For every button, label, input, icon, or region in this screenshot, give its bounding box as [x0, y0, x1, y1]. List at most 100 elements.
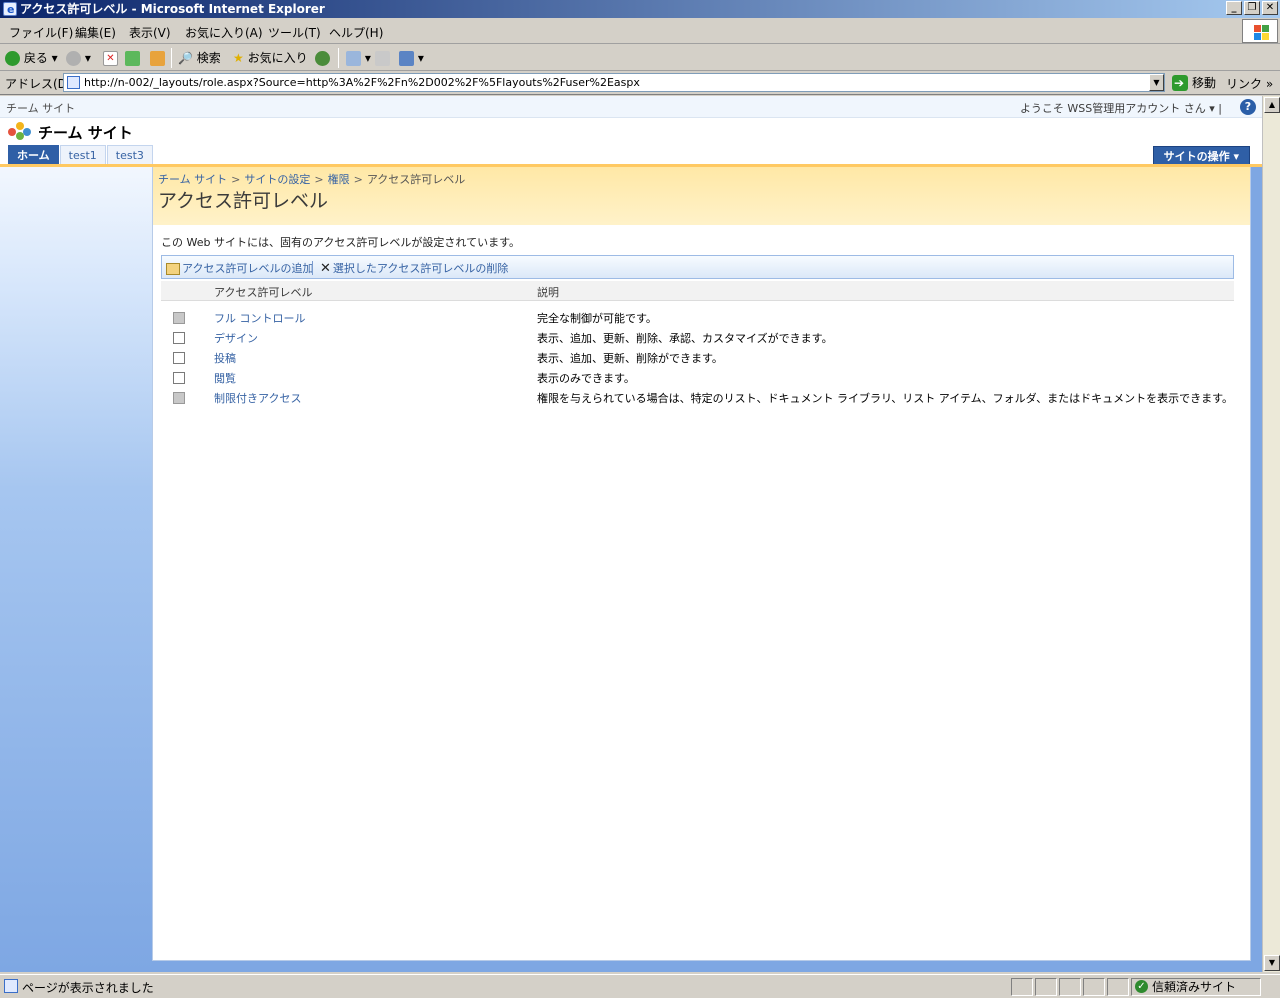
scroll-down-icon[interactable]: ▼ [1264, 955, 1280, 971]
menu-favorites[interactable]: お気に入り(A) [185, 24, 263, 41]
scroll-up-icon[interactable]: ▲ [1264, 97, 1280, 113]
print-button[interactable] [375, 49, 390, 67]
page-description: この Web サイトには、固有のアクセス許可レベルが設定されています。 [161, 236, 520, 249]
row-checkbox[interactable] [173, 352, 185, 364]
top-nav-tabs: ホーム test1 test3 [8, 145, 154, 165]
tab-test1[interactable]: test1 [59, 145, 106, 165]
browser-viewport: チーム サイト ようこそ WSS管理用アカウント さん ▾ | ? チーム サイ… [0, 96, 1262, 972]
status-panel [1083, 978, 1105, 996]
windows-logo-icon [1242, 19, 1278, 43]
edit-button[interactable]: ▾ [399, 49, 424, 67]
global-breadcrumb[interactable]: チーム サイト [6, 100, 75, 116]
help-icon[interactable]: ? [1240, 99, 1256, 115]
delete-permission-level-button[interactable]: ✕ 選択したアクセス許可レベルの削除 [320, 260, 508, 276]
search-button[interactable]: 🔎 検索 [178, 49, 221, 67]
permission-level-link[interactable]: デザイン [214, 330, 258, 346]
breadcrumb-separator: > [353, 173, 363, 186]
page-frame-bottom [152, 961, 1251, 972]
permission-level-description: 表示、追加、更新、削除、承認、カスタマイズができます。 [537, 332, 833, 345]
permission-level-description: 完全な制御が可能です。 [537, 312, 657, 325]
window-titlebar: アクセス許可レベル - Microsoft Internet Explorer … [0, 0, 1280, 19]
favorites-button[interactable]: ★ お気に入り [233, 49, 308, 67]
menu-file[interactable]: ファイル(F) [9, 24, 73, 41]
tab-home[interactable]: ホーム [8, 145, 59, 165]
menu-bar: ファイル(F) 編集(E) 表示(V) お気に入り(A) ツール(T) ヘルプ(… [0, 18, 1280, 44]
vertical-scrollbar[interactable]: ▲ ▼ [1262, 96, 1280, 972]
toolbar: 戻る ▾ ▾ ✕ 🔎 検索 ★ お気に入り ▾ ▾ [0, 45, 1280, 71]
edit-icon [399, 51, 414, 66]
minimize-button[interactable]: _ [1226, 1, 1242, 15]
permission-level-link[interactable]: 閲覧 [214, 370, 236, 386]
permission-level-link[interactable]: 制限付きアクセス [214, 390, 301, 406]
breadcrumb-separator: > [314, 173, 324, 186]
row-checkbox[interactable] [173, 332, 185, 344]
status-panel [1011, 978, 1033, 996]
restore-button[interactable]: ❐ [1244, 1, 1260, 15]
home-button[interactable] [150, 49, 165, 67]
security-zone-label: 信頼済みサイト [1152, 980, 1237, 994]
table-row: 制限付きアクセス 権限を与えられている場合は、特定のリスト、ドキュメント ライブ… [161, 387, 1234, 407]
menu-view[interactable]: 表示(V) [129, 24, 171, 41]
site-title[interactable]: チーム サイト [38, 122, 133, 143]
action-toolbar: アクセス許可レベルの追加 ✕ 選択したアクセス許可レベルの削除 [161, 255, 1234, 279]
permission-level-link[interactable]: 投稿 [214, 350, 236, 366]
breadcrumb-current: アクセス許可レベル [366, 173, 466, 186]
table-row: 投稿 表示、追加、更新、削除ができます。 [161, 347, 1234, 367]
back-label: 戻る [23, 51, 48, 65]
mail-icon [346, 51, 361, 66]
permission-level-link[interactable]: フル コントロール [214, 310, 306, 326]
page-icon [67, 76, 80, 89]
star-icon: ★ [233, 51, 244, 65]
delete-permission-label: 選択したアクセス許可レベルの削除 [332, 262, 509, 275]
page-title: アクセス許可レベル [158, 190, 329, 212]
welcome-menu[interactable]: ようこそ WSS管理用アカウント さん ▾ | [1020, 100, 1222, 116]
go-button[interactable]: 移動 [1172, 74, 1216, 92]
action-separator [312, 261, 313, 275]
table-row: フル コントロール 完全な制御が可能です。 [161, 307, 1234, 327]
row-checkbox [173, 392, 185, 404]
toolbar-separator [171, 48, 172, 68]
breadcrumb-team-site[interactable]: チーム サイト [158, 173, 227, 186]
column-header-level: アクセス許可レベル [214, 286, 313, 299]
row-checkbox[interactable] [173, 372, 185, 384]
favorites-label: お気に入り [247, 51, 308, 65]
forward-button[interactable]: ▾ [66, 49, 91, 67]
back-button[interactable]: 戻る ▾ [5, 49, 58, 67]
delete-icon: ✕ [320, 261, 331, 276]
window-title: アクセス許可レベル - Microsoft Internet Explorer [20, 2, 325, 16]
add-permission-level-button[interactable]: アクセス許可レベルの追加 [166, 260, 313, 276]
address-dropdown-icon[interactable]: ▼ [1149, 74, 1164, 91]
status-panel [1035, 978, 1057, 996]
toolbar-separator [338, 48, 339, 68]
stop-icon: ✕ [103, 51, 118, 66]
permission-level-description: 権限を与えられている場合は、特定のリスト、ドキュメント ライブラリ、リスト アイ… [537, 392, 1234, 405]
tab-test3[interactable]: test3 [106, 145, 153, 165]
address-input[interactable]: http://n-002/_layouts/role.aspx?Source=h… [63, 73, 1165, 92]
menu-tools[interactable]: ツール(T) [268, 24, 321, 41]
stop-button[interactable]: ✕ [103, 49, 118, 67]
close-button[interactable]: ✕ [1262, 1, 1278, 15]
permission-levels-table: アクセス許可レベル 説明 フル コントロール 完全な制御が可能です。 デザイン … [161, 281, 1234, 407]
go-label: 移動 [1192, 76, 1217, 90]
home-icon [150, 51, 165, 66]
table-header: アクセス許可レベル 説明 [161, 281, 1234, 301]
menu-help[interactable]: ヘルプ(H) [329, 24, 383, 41]
refresh-button[interactable] [125, 49, 140, 67]
address-url: http://n-002/_layouts/role.aspx?Source=h… [84, 76, 640, 89]
site-actions-menu[interactable]: サイトの操作 ▾ [1152, 146, 1250, 165]
breadcrumb-permissions[interactable]: 権限 [328, 173, 350, 186]
search-icon: 🔎 [178, 51, 193, 65]
menu-edit[interactable]: 編集(E) [75, 24, 116, 41]
history-button[interactable] [315, 49, 330, 67]
breadcrumb-site-settings[interactable]: サイトの設定 [244, 173, 310, 186]
breadcrumb: チーム サイト > サイトの設定 > 権限 > アクセス許可レベル [158, 171, 465, 187]
address-label: アドレス(D) [5, 77, 72, 91]
status-text: ページが表示されました [22, 981, 154, 995]
status-bar: ページが表示されました 信頼済みサイト [0, 974, 1280, 998]
address-bar: アドレス(D) http://n-002/_layouts/role.aspx?… [0, 71, 1280, 95]
links-button[interactable]: リンク » [1226, 75, 1273, 92]
back-arrow-icon [5, 51, 20, 66]
mail-button[interactable]: ▾ [346, 49, 371, 67]
page-status-icon [4, 979, 18, 993]
add-permission-label: アクセス許可レベルの追加 [182, 262, 314, 275]
